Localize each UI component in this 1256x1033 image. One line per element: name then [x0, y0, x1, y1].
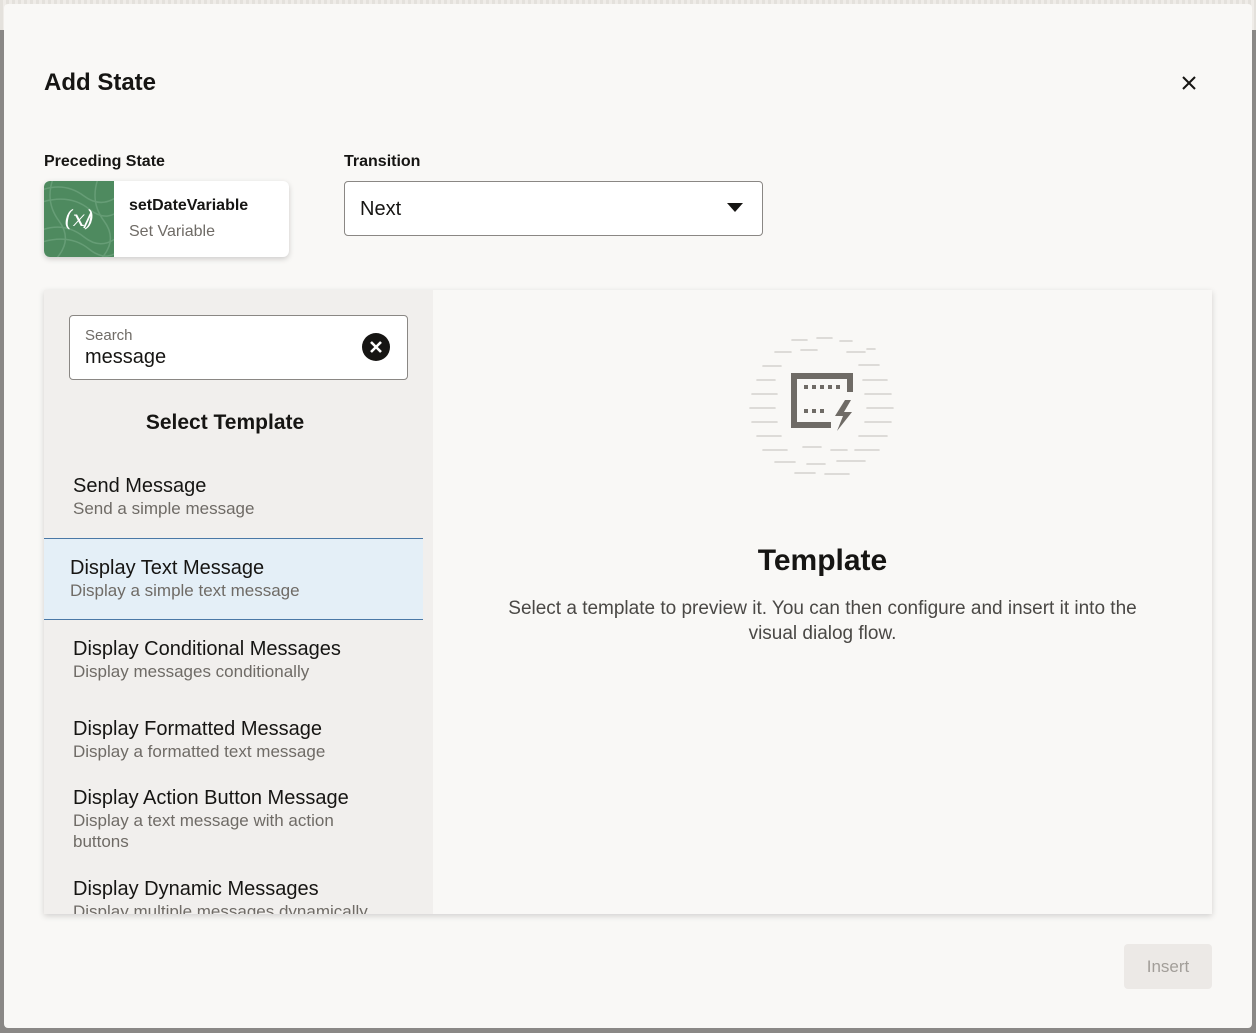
template-title: Display Dynamic Messages: [73, 878, 319, 900]
template-title: Display Text Message: [70, 557, 265, 579]
add-state-dialog: Add State Preceding State Transition (x): [4, 4, 1252, 1028]
dialog-title: Add State: [44, 69, 157, 96]
preceding-state-card: (x) setDateVariable Set Variable: [44, 181, 289, 257]
template-item-display-dynamic-messages[interactable]: Display Dynamic Messages Display multipl…: [44, 877, 423, 914]
template-title: Send Message: [73, 475, 207, 497]
search-input[interactable]: Search message: [69, 315, 408, 380]
template-item-display-conditional-messages[interactable]: Display Conditional Messages Display mes…: [44, 637, 423, 682]
state-type: Set Variable: [129, 223, 215, 240]
template-desc: Display a formatted text message: [73, 742, 326, 761]
template-title: Display Action Button Message: [73, 787, 349, 809]
transition-label: Transition: [344, 153, 421, 170]
template-item-send-message[interactable]: Send Message Send a simple message: [44, 474, 423, 519]
clear-icon: [362, 333, 390, 361]
close-icon: [1182, 76, 1196, 90]
set-variable-icon: (x): [44, 181, 125, 257]
transition-select[interactable]: Next: [344, 181, 763, 236]
state-icon-box: (x): [44, 181, 125, 257]
search-label: Search: [85, 327, 133, 344]
template-list-pane: Search message Select Template Send Mess…: [44, 290, 433, 914]
template-title: Display Conditional Messages: [73, 638, 341, 660]
svg-text:(x): (x): [64, 207, 94, 232]
template-desc: Send a simple message: [73, 499, 255, 518]
template-item-display-formatted-message[interactable]: Display Formatted Message Display a form…: [44, 717, 423, 762]
template-panel: Search message Select Template Send Mess…: [44, 290, 1212, 914]
template-item-display-action-button-message[interactable]: Display Action Button Message Display a …: [44, 786, 423, 852]
caret-down-icon: [727, 203, 743, 212]
template-desc: Display a simple text message: [70, 581, 300, 600]
select-template-heading: Select Template: [145, 411, 305, 434]
transition-value: Next: [360, 198, 402, 220]
template-preview-pane: Template Select a template to preview it…: [433, 290, 1212, 914]
template-item-display-text-message[interactable]: Display Text Message Display a simple te…: [44, 538, 423, 620]
template-desc: Display messages conditionally: [73, 662, 310, 681]
state-name: setDateVariable: [129, 197, 249, 214]
insert-button[interactable]: Insert: [1124, 944, 1212, 989]
template-desc: Display a text message with action butto…: [73, 811, 334, 851]
template-title: Display Formatted Message: [73, 718, 322, 740]
search-value: message: [85, 346, 167, 368]
preview-description: Select a template to preview it. You can…: [508, 598, 1137, 644]
template-illustration-icon: [749, 337, 894, 475]
search-clear-button[interactable]: [361, 332, 391, 362]
preceding-state-label: Preceding State: [44, 153, 165, 170]
close-button[interactable]: [1174, 68, 1204, 98]
preview-title: Template: [757, 544, 888, 577]
template-desc: Display multiple messages dynamically: [73, 902, 368, 914]
